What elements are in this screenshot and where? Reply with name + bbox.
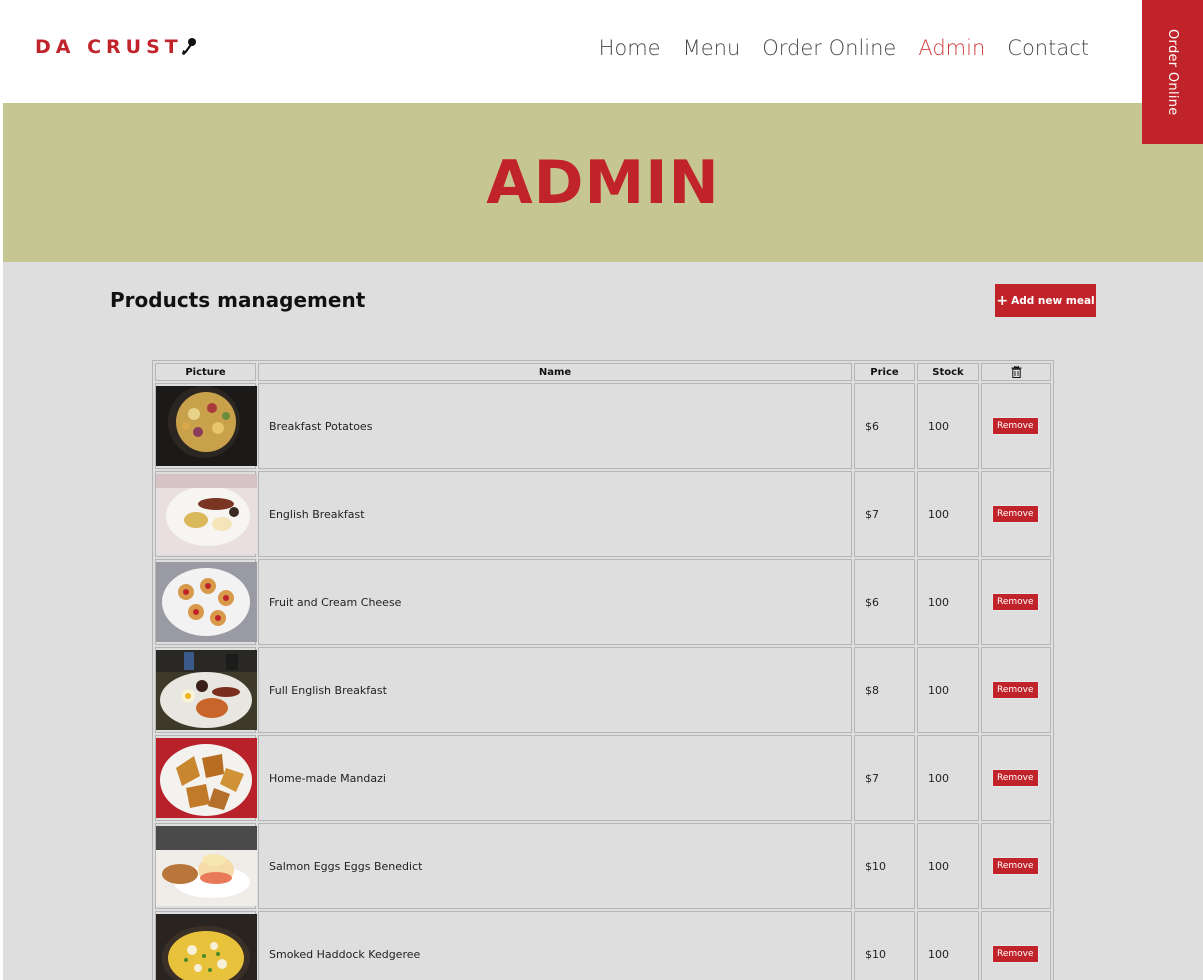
meal-price: $6 — [854, 383, 915, 469]
table-row: Breakfast Potatoes $6 100 Remove — [155, 383, 1051, 469]
meal-photo — [156, 826, 257, 906]
col-header-price: Price — [854, 363, 915, 381]
products-section: Products management + Add new meal Pictu… — [3, 262, 1203, 980]
remove-button[interactable]: Remove — [992, 593, 1039, 611]
table-row: Salmon Eggs Eggs Benedict $10 100 Remove — [155, 823, 1051, 909]
meal-picture-cell — [155, 647, 257, 733]
meal-name: English Breakfast — [258, 471, 852, 557]
add-new-meal-button[interactable]: + Add new meal — [995, 284, 1096, 317]
site-header: DA CRUST Home Menu Order Online Admin Co… — [3, 0, 1203, 103]
meal-stock: 100 — [917, 471, 979, 557]
remove-cell: Remove — [981, 911, 1051, 980]
meal-photo — [156, 474, 257, 554]
remove-cell: Remove — [981, 383, 1051, 469]
remove-cell: Remove — [981, 735, 1051, 821]
order-online-tab-label: Order Online — [1165, 28, 1180, 116]
remove-cell: Remove — [981, 559, 1051, 645]
meal-photo — [156, 738, 257, 818]
table-row: Home-made Mandazi $7 100 Remove — [155, 735, 1051, 821]
meal-name: Fruit and Cream Cheese — [258, 559, 852, 645]
meal-picture-cell — [155, 735, 257, 821]
meal-stock: 100 — [917, 383, 979, 469]
nav-menu[interactable]: Menu — [683, 36, 741, 60]
nav-home[interactable]: Home — [599, 36, 661, 60]
hero-banner: ADMIN — [3, 103, 1203, 262]
meal-stock: 100 — [917, 559, 979, 645]
logo[interactable]: DA CRUST — [35, 36, 197, 58]
table-row: English Breakfast $7 100 Remove — [155, 471, 1051, 557]
page-title: ADMIN — [486, 147, 720, 218]
col-header-name: Name — [258, 363, 852, 381]
meal-price: $7 — [854, 471, 915, 557]
meal-picture-cell — [155, 911, 257, 980]
col-header-picture: Picture — [155, 363, 256, 381]
meal-stock: 100 — [917, 823, 979, 909]
add-new-meal-label: Add new meal — [1011, 294, 1095, 307]
meal-photo — [156, 914, 257, 980]
meal-price: $6 — [854, 559, 915, 645]
remove-cell: Remove — [981, 647, 1051, 733]
trash-icon — [1011, 366, 1021, 378]
meal-price: $7 — [854, 735, 915, 821]
meal-photo — [156, 650, 257, 730]
meal-picture-cell — [155, 823, 257, 909]
remove-cell: Remove — [981, 471, 1051, 557]
meal-picture-cell — [155, 471, 257, 557]
nav-contact[interactable]: Contact — [1007, 36, 1089, 60]
meal-picture-cell — [155, 559, 257, 645]
meal-price: $10 — [854, 911, 915, 980]
meal-stock: 100 — [917, 911, 979, 980]
meal-price: $8 — [854, 647, 915, 733]
meal-stock: 100 — [917, 647, 979, 733]
remove-cell: Remove — [981, 823, 1051, 909]
meal-name: Breakfast Potatoes — [258, 383, 852, 469]
nav-admin[interactable]: Admin — [918, 36, 985, 60]
remove-button[interactable]: Remove — [992, 857, 1039, 875]
meal-name: Smoked Haddock Kedgeree — [258, 911, 852, 980]
remove-button[interactable]: Remove — [992, 505, 1039, 523]
meal-price: $10 — [854, 823, 915, 909]
remove-button[interactable]: Remove — [992, 681, 1039, 699]
plus-icon: + — [996, 292, 1009, 309]
meal-stock: 100 — [917, 735, 979, 821]
col-header-stock: Stock — [917, 363, 979, 381]
order-online-tab[interactable]: Order Online — [1142, 0, 1203, 144]
meal-photo — [156, 386, 257, 466]
nav-order-online[interactable]: Order Online — [762, 36, 896, 60]
meal-name: Home-made Mandazi — [258, 735, 852, 821]
remove-button[interactable]: Remove — [992, 769, 1039, 787]
products-table: Picture Name Price Stock Breakfast Potat… — [152, 360, 1054, 980]
products-table-wrap: Picture Name Price Stock Breakfast Potat… — [152, 360, 1054, 980]
remove-button[interactable]: Remove — [992, 945, 1039, 963]
col-header-delete — [981, 363, 1051, 381]
section-title: Products management — [110, 288, 366, 312]
table-row: Smoked Haddock Kedgeree $10 100 Remove — [155, 911, 1051, 980]
remove-button[interactable]: Remove — [992, 417, 1039, 435]
table-row: Fruit and Cream Cheese $6 100 Remove — [155, 559, 1051, 645]
meal-picture-cell — [155, 383, 257, 469]
pizza-cutter-icon — [181, 38, 196, 55]
meal-photo — [156, 562, 257, 642]
meal-name: Salmon Eggs Eggs Benedict — [258, 823, 852, 909]
table-header-row: Picture Name Price Stock — [155, 363, 1051, 381]
meal-name: Full English Breakfast — [258, 647, 852, 733]
table-row: Full English Breakfast $8 100 Remove — [155, 647, 1051, 733]
main-nav: Home Menu Order Online Admin Contact — [599, 36, 1089, 60]
logo-text: DA CRUST — [35, 36, 183, 58]
